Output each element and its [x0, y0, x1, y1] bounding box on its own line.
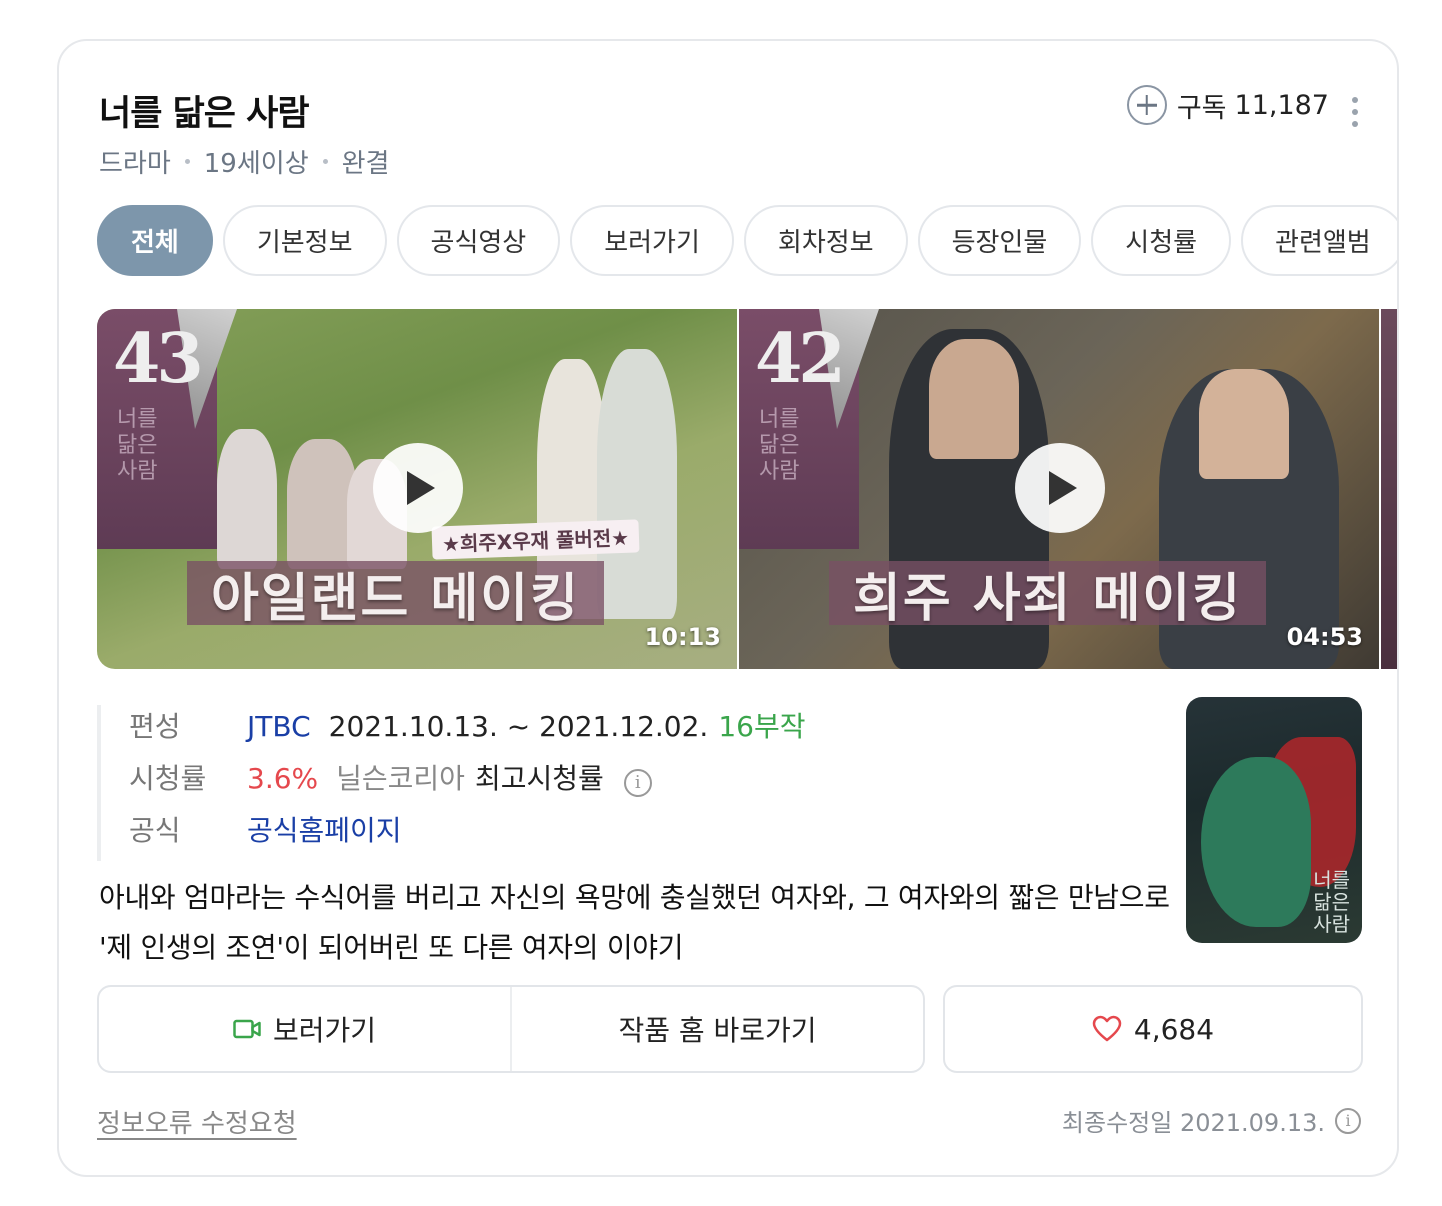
drama-meta: 드라마 19세이상 완결 [99, 143, 389, 180]
heart-icon [1092, 1015, 1122, 1042]
video-title-banner: 희주 사죄 메이킹 [829, 561, 1267, 629]
video-thumbnail[interactable]: 43 너를 닮은 사람 ★희주X우재 풀버전★ 아일랜드 메이킹 10:13 [97, 309, 737, 669]
drama-home-label: 작품 홈 바로가기 [618, 1014, 817, 1047]
poster-title-text: 너를 닮은 사람 [117, 407, 158, 484]
like-button[interactable]: 4,684 [943, 985, 1363, 1073]
tab-watch[interactable]: 보러가기 [570, 205, 734, 276]
drama-info-card: 너를 닮은 사람 드라마 19세이상 완결 구독 11,187 전체 기본정보 … [57, 39, 1399, 1177]
video-thumbnail-partial[interactable] [1381, 309, 1397, 669]
info-row-broadcast: 편성 JTBC 2021.10.13. ~ 2021.12.02. 16부작 [129, 705, 806, 757]
info-row-rating: 시청률 3.6% 닐슨코리아 최고시청률 i [129, 757, 806, 809]
plus-circle-icon [1126, 85, 1167, 125]
drama-title[interactable]: 너를 닮은 사람 [99, 85, 310, 136]
info-label: 편성 [129, 710, 181, 743]
info-label: 공식 [129, 814, 181, 847]
drama-description: 아내와 엄마라는 수식어를 버리고 자신의 욕망에 충실했던 여자와, 그 여자… [99, 881, 1170, 964]
watch-label: 보러가기 [272, 1014, 377, 1047]
poster-title-text: 너를 닮은 사람 [759, 407, 800, 484]
official-homepage-link[interactable]: 공식홈페이지 [247, 809, 402, 849]
separator-dot [184, 159, 190, 164]
last-updated-text: 최종수정일 2021.09.13. [1061, 1109, 1325, 1137]
tab-episode-info[interactable]: 회차정보 [743, 205, 908, 276]
play-icon[interactable] [373, 443, 463, 533]
video-title-banner: 아일랜드 메이킹 [187, 561, 604, 629]
meta-status: 완결 [341, 149, 390, 179]
tab-cast[interactable]: 등장인물 [917, 205, 1082, 276]
play-icon[interactable] [1015, 443, 1105, 533]
info-list: 편성 JTBC 2021.10.13. ~ 2021.12.02. 16부작 시… [97, 705, 806, 861]
video-title: 아일랜드 메이킹 [211, 568, 580, 629]
like-count: 4,684 [1133, 1012, 1215, 1046]
watch-home-group: 보러가기 작품 홈 바로가기 [97, 985, 925, 1073]
tab-ratings[interactable]: 시청률 [1091, 205, 1232, 276]
video-duration: 10:13 [644, 623, 721, 651]
video-carousel: 43 너를 닮은 사람 ★희주X우재 풀버전★ 아일랜드 메이킹 10:13 4… [97, 309, 1397, 669]
episode-number: 42 [755, 319, 846, 399]
subscribe-button[interactable]: 구독 11,187 [1126, 85, 1329, 125]
separator-dot [322, 159, 328, 164]
channel-link[interactable]: JTBC [247, 710, 311, 743]
info-icon[interactable]: i [623, 769, 652, 797]
broadcast-period: 2021.10.13. ~ 2021.12.02. [328, 710, 709, 743]
action-bar: 보러가기 작품 홈 바로가기 4,684 [97, 985, 1363, 1073]
meta-age-rating: 19세이상 [203, 149, 309, 179]
episode-number: 43 [113, 319, 204, 399]
drama-home-button[interactable]: 작품 홈 바로가기 [510, 987, 923, 1071]
tab-bar: 전체 기본정보 공식영상 보러가기 회차정보 등장인물 시청률 관련앨범 [97, 205, 1397, 276]
video-title: 희주 사죄 메이킹 [853, 568, 1243, 629]
info-label: 시청률 [129, 762, 207, 795]
info-icon[interactable]: i [1335, 1107, 1361, 1134]
video-duration: 04:53 [1286, 623, 1363, 651]
drama-poster[interactable]: 너를 닮은 사람 [1186, 697, 1362, 943]
tab-related-album[interactable]: 관련앨범 [1241, 205, 1397, 276]
tab-official-video[interactable]: 공식영상 [396, 205, 561, 276]
poster-title: 너를 닮은 사람 [1313, 868, 1350, 936]
report-error-link[interactable]: 정보오류 수정요청 [97, 1103, 297, 1140]
subscribe-count: 11,187 [1234, 89, 1329, 121]
tab-basic-info[interactable]: 기본정보 [222, 205, 387, 276]
info-row-official: 공식 공식홈페이지 [129, 809, 806, 861]
rating-desc: 최고시청률 [474, 762, 604, 795]
tab-all[interactable]: 전체 [97, 205, 213, 276]
video-thumbnail[interactable]: 42 너를 닮은 사람 희주 사죄 메이킹 04:53 [739, 309, 1379, 669]
watch-button[interactable]: 보러가기 [99, 987, 510, 1071]
rating-source: 닐슨코리아 [336, 762, 465, 795]
more-vertical-icon[interactable] [1351, 97, 1359, 127]
camera-icon [233, 1019, 261, 1039]
subscribe-label: 구독 [1176, 92, 1227, 124]
rating-value: 3.6% [247, 762, 319, 795]
last-updated: 최종수정일 2021.09.13. i [1062, 1103, 1361, 1138]
meta-genre: 드라마 [99, 149, 171, 179]
episode-count[interactable]: 16부작 [718, 705, 805, 745]
